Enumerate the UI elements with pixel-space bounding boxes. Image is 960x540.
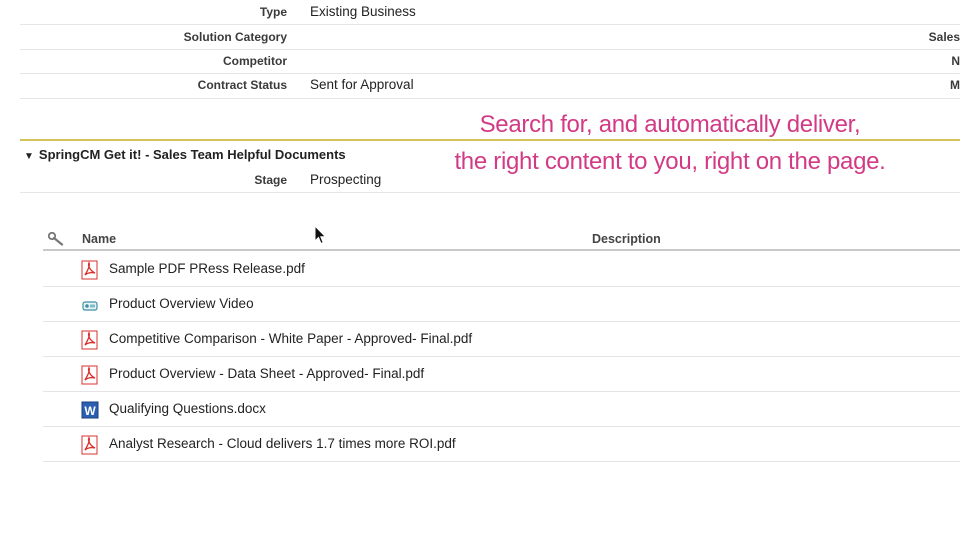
field-label: Competitor (223, 54, 287, 68)
pdf-icon (81, 365, 99, 385)
field-label-right: N (951, 54, 960, 68)
pdf-icon (81, 435, 99, 455)
svg-text:W: W (84, 404, 96, 418)
collapse-triangle-icon[interactable]: ▼ (24, 151, 34, 162)
document-link[interactable]: Competitive Comparison - White Paper - A… (109, 331, 472, 346)
field-row-solution-category: Solution Category Sales (20, 26, 960, 50)
field-label-right: M (950, 78, 960, 92)
pdf-icon (81, 330, 99, 350)
table-row[interactable]: Analyst Research - Cloud delivers 1.7 ti… (43, 427, 960, 462)
document-link[interactable]: Sample PDF PRess Release.pdf (109, 261, 305, 276)
document-link[interactable]: Product Overview Video (109, 296, 254, 311)
table-row[interactable]: Product Overview Video (43, 287, 960, 322)
document-link[interactable]: Product Overview - Data Sheet - Approved… (109, 366, 424, 381)
field-label: Type (259, 5, 287, 19)
table-row[interactable]: W Qualifying Questions.docx (43, 392, 960, 427)
field-value: Sent for Approval (310, 77, 414, 92)
documents-table-header: Name Description (43, 229, 960, 251)
field-row-stage: Stage Prospecting (20, 169, 960, 193)
video-icon (81, 295, 99, 315)
table-row[interactable]: Product Overview - Data Sheet - Approved… (43, 357, 960, 392)
table-row[interactable]: Sample PDF PRess Release.pdf (43, 252, 960, 287)
column-header-name[interactable]: Name (82, 232, 116, 246)
mouse-cursor-icon (314, 224, 328, 245)
column-header-description[interactable]: Description (592, 232, 661, 246)
field-value: Existing Business (310, 4, 416, 19)
section-divider (20, 139, 960, 141)
pdf-icon (81, 260, 99, 280)
section-title: SpringCM Get it! - Sales Team Helpful Do… (38, 147, 346, 162)
document-link[interactable]: Analyst Research - Cloud delivers 1.7 ti… (109, 436, 456, 451)
field-label: Contract Status (197, 78, 287, 92)
wrench-icon[interactable] (47, 231, 64, 246)
field-row-competitor: Competitor N (20, 50, 960, 74)
callout-line-1: Search for, and automatically deliver, (479, 111, 861, 138)
field-label: Stage (254, 173, 287, 187)
field-label: Solution Category (183, 30, 287, 44)
section-header-toggle[interactable]: ▼ SpringCM Get it! - Sales Team Helpful D… (24, 147, 346, 162)
field-label-right: Sales (928, 30, 960, 44)
field-row-contract-status: Contract Status Sent for Approval M (20, 74, 960, 99)
document-link[interactable]: Qualifying Questions.docx (109, 401, 266, 416)
field-value: Prospecting (310, 172, 382, 187)
word-icon: W (81, 400, 99, 420)
field-row-type: Type Existing Business (20, 1, 960, 25)
table-row[interactable]: Competitive Comparison - White Paper - A… (43, 322, 960, 357)
